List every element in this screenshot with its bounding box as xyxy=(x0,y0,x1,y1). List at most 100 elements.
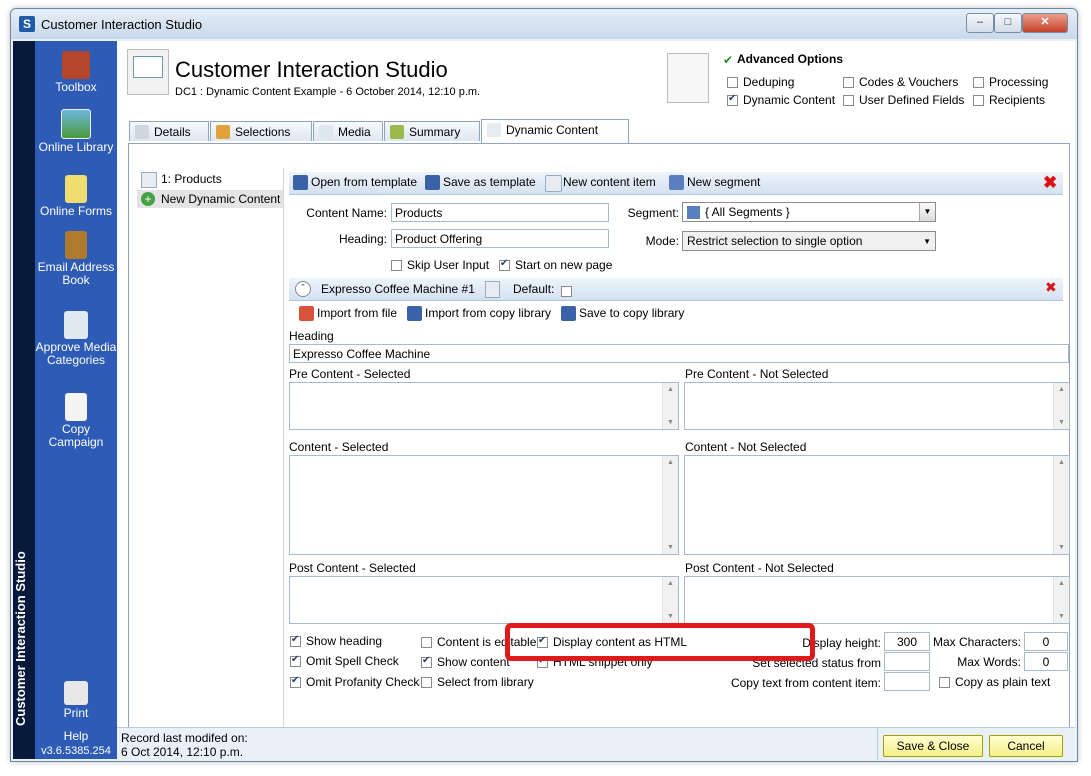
codes-vouchers-checkbox[interactable] xyxy=(843,77,854,89)
tab-media[interactable]: Media xyxy=(313,121,383,141)
print-button[interactable]: Print xyxy=(35,681,117,720)
chevron-down-icon[interactable]: ▼ xyxy=(919,203,935,221)
status-divider xyxy=(877,728,878,760)
button-label: New content item xyxy=(563,175,656,189)
sidebar-item-approve-media[interactable]: Approve Media Categories xyxy=(35,311,117,367)
import-copy-library-button[interactable]: Import from copy library xyxy=(407,306,551,321)
list-item-products[interactable]: 1: Products xyxy=(137,170,283,188)
save-icon xyxy=(425,175,440,190)
show-content-checkbox[interactable] xyxy=(421,655,432,669)
collapse-icon[interactable]: ˆ xyxy=(295,281,311,297)
help-link[interactable]: Help xyxy=(35,730,117,743)
content-not-selected-label: Content - Not Selected xyxy=(685,440,807,454)
minimize-button[interactable]: – xyxy=(966,13,994,33)
skip-user-input-option[interactable]: Skip User Input xyxy=(391,258,489,272)
presentation-icon xyxy=(127,49,169,95)
library-icon xyxy=(407,306,422,321)
sidebar-item-toolbox[interactable]: Toolbox xyxy=(35,51,117,94)
processing-checkbox[interactable] xyxy=(973,77,984,89)
sidebar-item-copy-campaign[interactable]: Copy Campaign xyxy=(35,393,117,449)
content-item-bar: ˆ Expresso Coffee Machine #1 Default: ✖ xyxy=(289,278,1063,301)
online-library-icon xyxy=(61,109,91,139)
option-recipients[interactable]: Recipients xyxy=(973,93,1045,107)
dynamic-content-checkbox[interactable] xyxy=(727,93,738,107)
tab-label: Details xyxy=(154,125,191,139)
user-defined-fields-checkbox[interactable] xyxy=(843,95,854,107)
print-label: Print xyxy=(63,706,89,720)
show-content-option[interactable]: Show content xyxy=(421,655,510,669)
scrollbar[interactable] xyxy=(1053,456,1069,554)
tab-details[interactable]: Details xyxy=(129,121,209,141)
copy-plain-text-option[interactable]: Copy as plain text xyxy=(939,675,1050,689)
list-item-new-dynamic-content[interactable]: + New Dynamic Content xyxy=(137,190,283,208)
omit-spell-check-option[interactable]: Omit Spell Check xyxy=(290,654,399,668)
show-heading-option[interactable]: Show heading xyxy=(290,634,382,648)
segment-select[interactable]: { All Segments } ▼ xyxy=(682,202,936,222)
post-not-selected-textarea[interactable] xyxy=(684,576,1070,624)
scrollbar[interactable] xyxy=(662,577,678,623)
close-window-button[interactable]: ✕ xyxy=(1022,13,1068,33)
set-status-input[interactable] xyxy=(884,652,930,671)
scrollbar[interactable] xyxy=(1053,383,1069,429)
max-words-input[interactable]: 0 xyxy=(1024,652,1068,671)
content-not-selected-textarea[interactable] xyxy=(684,455,1070,555)
edit-page-icon[interactable] xyxy=(485,281,500,298)
delete-icon[interactable]: ✖ xyxy=(1043,173,1057,193)
pre-not-selected-textarea[interactable] xyxy=(684,382,1070,430)
sidebar-item-online-forms[interactable]: Online Forms xyxy=(35,175,117,218)
max-characters-input[interactable]: 0 xyxy=(1024,632,1068,651)
tab-dynamic-content[interactable]: Dynamic Content xyxy=(481,119,629,143)
tab-selections[interactable]: Selections xyxy=(210,121,312,141)
sidebar-item-address-book[interactable]: Email Address Book xyxy=(35,231,117,287)
sidebar-item-label: Online Library xyxy=(38,140,114,154)
pre-selected-textarea[interactable] xyxy=(289,382,679,430)
save-template-button[interactable]: Save as template xyxy=(425,175,536,190)
scrollbar[interactable] xyxy=(1053,577,1069,623)
scrollbar[interactable] xyxy=(662,383,678,429)
omit-profanity-check-option[interactable]: Omit Profanity Check xyxy=(290,675,419,689)
chevron-down-icon[interactable]: ▼ xyxy=(923,232,931,251)
save-copy-library-button[interactable]: Save to copy library xyxy=(561,306,684,321)
skip-user-input-checkbox[interactable] xyxy=(391,260,402,272)
tab-summary[interactable]: Summary xyxy=(384,121,480,141)
option-user-defined-fields[interactable]: User Defined Fields xyxy=(843,93,964,107)
copy-text-input[interactable] xyxy=(884,672,930,691)
item-heading-input[interactable]: Expresso Coffee Machine xyxy=(289,344,1069,363)
omit-profanity-check-checkbox[interactable] xyxy=(290,675,301,689)
default-checkbox[interactable] xyxy=(561,286,572,298)
option-deduping[interactable]: Deduping xyxy=(727,75,794,89)
display-height-input[interactable]: 300 xyxy=(884,632,930,651)
deduping-checkbox[interactable] xyxy=(727,77,738,89)
import-file-button[interactable]: Import from file xyxy=(299,306,397,321)
content-selected-textarea[interactable] xyxy=(289,455,679,555)
sidebar-item-online-library[interactable]: Online Library xyxy=(35,109,117,154)
option-codes-vouchers[interactable]: Codes & Vouchers xyxy=(843,75,958,89)
option-dynamic-content[interactable]: Dynamic Content xyxy=(727,93,835,107)
open-template-button[interactable]: Open from template xyxy=(293,175,417,190)
post-selected-textarea[interactable] xyxy=(289,576,679,624)
heading-input[interactable]: Product Offering xyxy=(391,229,609,248)
save-close-button[interactable]: Save & Close xyxy=(883,735,983,757)
post-selected-label: Post Content - Selected xyxy=(289,561,416,575)
option-label: Skip User Input xyxy=(407,258,490,272)
omit-spell-check-checkbox[interactable] xyxy=(290,654,301,668)
select-from-library-option[interactable]: Select from library xyxy=(421,675,534,689)
remove-item-icon[interactable]: ✖ xyxy=(1045,279,1057,296)
recipients-checkbox[interactable] xyxy=(973,95,984,107)
copy-plain-text-checkbox[interactable] xyxy=(939,677,950,689)
maximize-button[interactable]: □ xyxy=(994,13,1022,33)
start-new-page-option[interactable]: Start on new page xyxy=(499,258,612,272)
show-heading-checkbox[interactable] xyxy=(290,634,301,648)
content-name-input[interactable]: Products xyxy=(391,203,609,222)
page-subtitle: DC1 : Dynamic Content Example - 6 Octobe… xyxy=(175,86,481,98)
select-from-library-checkbox[interactable] xyxy=(421,677,432,689)
new-content-item-button[interactable]: New content item xyxy=(545,175,656,192)
scrollbar[interactable] xyxy=(662,456,678,554)
content-editable-checkbox[interactable] xyxy=(421,637,432,649)
option-processing[interactable]: Processing xyxy=(973,75,1048,89)
mode-select[interactable]: Restrict selection to single option ▼ xyxy=(682,231,936,251)
new-segment-button[interactable]: New segment xyxy=(669,175,760,190)
cancel-button[interactable]: Cancel xyxy=(989,735,1063,757)
start-new-page-checkbox[interactable] xyxy=(499,258,510,272)
copy-text-label: Copy text from content item: xyxy=(730,676,881,690)
